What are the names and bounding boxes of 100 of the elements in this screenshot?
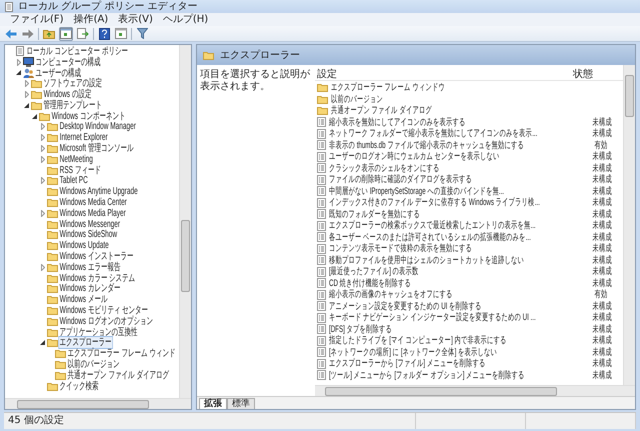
folder-icon bbox=[47, 154, 58, 164]
collapse-triangle-icon[interactable] bbox=[15, 68, 22, 78]
setting-name[interactable]: キーボード ナビゲーション インジケーター設定を変更するための UI ... bbox=[329, 312, 536, 324]
tree-item[interactable]: Windows Media Center bbox=[59, 197, 128, 208]
tree-item[interactable]: クイック検索 bbox=[59, 380, 100, 392]
tree-item[interactable]: Windows Media Player bbox=[59, 208, 126, 219]
setting-name[interactable]: [最近使ったファイル] の表示数 bbox=[329, 266, 419, 278]
column-header[interactable]: 状態 bbox=[557, 66, 609, 80]
expand-triangle-icon[interactable] bbox=[39, 144, 46, 154]
tree-item[interactable]: エクスプローラー bbox=[59, 337, 112, 348]
horizontal-scrollbar[interactable] bbox=[315, 385, 635, 396]
tree-item[interactable]: Windows SideShow bbox=[59, 229, 118, 240]
setting-icon bbox=[317, 301, 326, 312]
setting-name[interactable]: [ツール] メニューから [フォルダー オプション] メニューを削除する bbox=[329, 370, 525, 381]
menu-item[interactable]: 表示(V) bbox=[114, 14, 157, 26]
horizontal-scrollbar[interactable] bbox=[5, 398, 191, 409]
tree-item[interactable]: NetMeeting bbox=[59, 154, 94, 165]
state-text: 未構成 bbox=[592, 324, 612, 335]
folder-icon bbox=[47, 208, 58, 218]
tree-item[interactable]: ソフトウェアの設定 bbox=[43, 78, 103, 90]
tree-item[interactable]: Windows インストーラー bbox=[59, 251, 134, 262]
setting-name[interactable]: 縮小表示を無効にしてアイコンのみを表示する bbox=[329, 116, 466, 128]
expand-triangle-icon[interactable] bbox=[39, 208, 46, 218]
tree-item[interactable]: 管理用テンプレート bbox=[43, 100, 103, 111]
state-text: 未構成 bbox=[592, 232, 612, 243]
state-text: 未構成 bbox=[592, 208, 612, 220]
tree-item[interactable]: Windows エラー報告 bbox=[59, 262, 121, 273]
setting-name[interactable]: 縮小表示の画像のキャッシュをオフにする bbox=[329, 289, 452, 300]
setting-name[interactable]: アニメーション設定を変更するための UI を削除する bbox=[329, 300, 482, 312]
tree-item[interactable]: Microsoft 管理コンソール bbox=[59, 143, 134, 154]
folder-name[interactable]: 共通オープン ファイル ダイアログ bbox=[331, 105, 432, 116]
setting-name[interactable]: インデックス付きのファイル データに依存する Windows ライブラリ検... bbox=[329, 197, 540, 208]
setting-name[interactable]: ユーザーのログオン時にウェルカム センターを表示しない bbox=[329, 151, 500, 162]
expand-triangle-icon[interactable] bbox=[39, 176, 46, 186]
folder-icon bbox=[47, 262, 58, 272]
expand-triangle-icon[interactable] bbox=[39, 262, 46, 272]
tree-item[interactable]: Internet Explorer bbox=[59, 132, 108, 144]
tree-item[interactable]: ユーザーの構成 bbox=[35, 68, 82, 78]
help-icon[interactable] bbox=[97, 26, 111, 40]
setting-name[interactable]: 移動プロファイルを使用中はシェルのショートカットを追跡しない bbox=[329, 254, 524, 266]
setting-name[interactable]: コンテンツ表示モードで抜粋の表示を無効にする bbox=[329, 243, 472, 254]
setting-icon bbox=[317, 290, 326, 300]
tree-item[interactable]: RSS フィード bbox=[59, 164, 102, 176]
tree-item[interactable]: エクスプローラー フレーム ウィンド bbox=[67, 348, 176, 360]
menu-item[interactable]: 操作(A) bbox=[70, 14, 112, 26]
tree-item[interactable]: Tablet PC bbox=[59, 175, 88, 186]
tree-item[interactable]: ローカル コンピューター ポリシー bbox=[26, 46, 128, 57]
setting-icon bbox=[317, 232, 326, 242]
setting-name[interactable]: 中間層がない IPropertySetStorage への直接のバインドを無... bbox=[329, 186, 504, 197]
tree-item[interactable]: 以前のバージョン bbox=[67, 359, 120, 370]
setting-icon bbox=[317, 128, 326, 139]
tree-item[interactable]: Windows ログオンのオプション bbox=[59, 316, 154, 327]
tab[interactable]: 標準 bbox=[227, 398, 255, 409]
folder-icon bbox=[55, 349, 66, 358]
vertical-scrollbar[interactable] bbox=[179, 45, 191, 398]
setting-name[interactable]: ネットワーク フォルダーで縮小表示を無効にしてアイコンのみを表示... bbox=[329, 128, 538, 140]
setting-name[interactable]: [DFS] タブを削除する bbox=[329, 324, 392, 335]
setting-name[interactable]: エクスプローラーの検索ボックスで最近検索したエントリの表示を無... bbox=[329, 220, 536, 232]
tree-item[interactable]: アプリケーションの互換性 bbox=[59, 326, 138, 338]
tree-item[interactable]: Windows メール bbox=[59, 294, 108, 306]
setting-name[interactable]: 指定したドライブを [マイ コンピューター] 内で非表示にする bbox=[329, 335, 507, 346]
expand-triangle-icon[interactable] bbox=[39, 154, 46, 164]
tree-item[interactable]: Desktop Window Manager bbox=[59, 121, 137, 132]
expand-triangle-icon[interactable] bbox=[39, 133, 46, 142]
column-header[interactable]: 設定 bbox=[315, 66, 557, 80]
collapse-triangle-icon[interactable] bbox=[39, 338, 46, 348]
state-text: 未構成 bbox=[592, 243, 612, 254]
pane-icon[interactable] bbox=[59, 26, 73, 40]
menu-item[interactable]: ヘルプ(H) bbox=[158, 14, 212, 26]
export-icon[interactable] bbox=[76, 26, 90, 40]
tree-item[interactable]: 共通オープン ファイル ダイアログ bbox=[67, 370, 170, 381]
forward-arrow-icon[interactable] bbox=[21, 26, 35, 40]
setting-name[interactable]: ファイルの削除時に確認のダイアログを表示する bbox=[329, 174, 472, 186]
tree-item[interactable]: コンピューターの構成 bbox=[35, 56, 102, 68]
setting-name[interactable]: 各ユーザー ベースのまたは許可されているシェルの拡張機能のみを... bbox=[329, 232, 531, 243]
setting-name[interactable]: エクスプローラーから [ファイル] メニューを削除する bbox=[329, 358, 486, 370]
tree-item[interactable]: Windows カラー システム bbox=[59, 272, 136, 284]
setting-name[interactable]: 非表示の thumbs.db ファイルで縮小表示のキャッシュを無効にする bbox=[329, 140, 524, 151]
setting-name[interactable]: 既知のフォルダーを無効にする bbox=[329, 208, 420, 220]
tree-item[interactable]: Windows コンポーネント bbox=[51, 110, 126, 122]
tab[interactable]: 拡張 bbox=[199, 398, 227, 409]
tree-item[interactable]: Windows Messenger bbox=[59, 218, 121, 230]
folder-icon bbox=[47, 284, 58, 294]
tree-item[interactable]: Windows の設定 bbox=[43, 89, 92, 100]
vertical-scrollbar[interactable] bbox=[623, 65, 635, 385]
state-text: 未構成 bbox=[592, 266, 612, 278]
menu-item[interactable]: ファイル(F) bbox=[6, 14, 68, 26]
tree-item[interactable]: Windows カレンダー bbox=[59, 283, 121, 294]
tree-item[interactable]: Windows モビリティ センター bbox=[59, 305, 149, 316]
tree-item[interactable]: Windows Update bbox=[59, 240, 110, 252]
collapse-triangle-icon[interactable] bbox=[31, 112, 38, 121]
back-arrow-icon[interactable] bbox=[4, 26, 18, 40]
collapse-triangle-icon[interactable] bbox=[23, 100, 30, 110]
setting-name[interactable]: CD 焼き付け機能を削除する bbox=[329, 278, 412, 289]
tree-item[interactable]: Windows Anytime Upgrade bbox=[59, 186, 138, 198]
folder-name[interactable]: エクスプローラー フレーム ウィンドウ bbox=[331, 82, 445, 94]
folder-name[interactable]: 以前のバージョン bbox=[331, 94, 383, 105]
setting-name[interactable]: [ネットワークの場所] に [ネットワーク全体] を表示しない bbox=[329, 346, 498, 358]
setting-icon bbox=[317, 312, 326, 323]
setting-name[interactable]: クラシック表示のシェルをオンにする bbox=[329, 162, 440, 174]
